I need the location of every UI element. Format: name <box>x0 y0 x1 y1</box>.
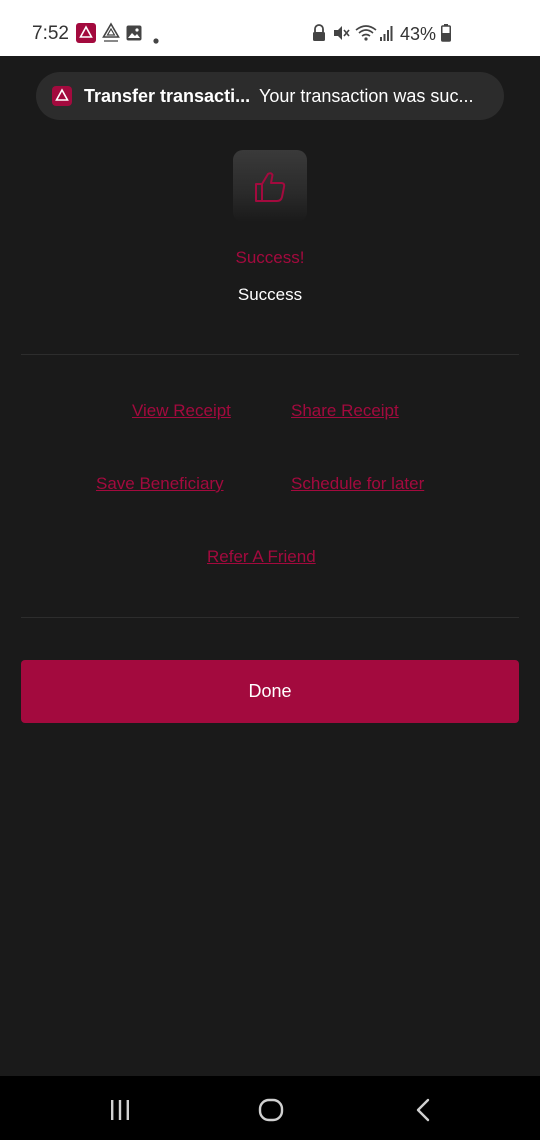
battery-percent: 43% <box>400 24 437 44</box>
save-beneficiary-link[interactable]: Save Beneficiary <box>96 473 224 495</box>
notification-dot-icon <box>153 31 159 49</box>
alat-app-icon <box>52 86 72 106</box>
alat-app-icon <box>76 23 96 48</box>
notification-body: Your transaction was suc... <box>259 86 474 106</box>
back-icon[interactable] <box>412 1098 436 1127</box>
navigation-bar <box>0 1076 540 1140</box>
battery-icon <box>441 24 451 47</box>
alat-logo-icon <box>101 22 121 49</box>
status-time: 7:52 <box>32 23 69 44</box>
thumbs-up-icon <box>255 172 286 202</box>
recent-apps-icon[interactable] <box>108 1098 132 1127</box>
mute-icon <box>332 24 350 47</box>
done-button[interactable]: Done <box>21 660 519 723</box>
view-receipt-link[interactable]: View Receipt <box>132 400 231 422</box>
lock-icon <box>312 24 326 47</box>
home-icon[interactable] <box>258 1098 284 1127</box>
success-icon-container <box>233 150 307 222</box>
success-message: Success <box>237 285 303 304</box>
share-receipt-link[interactable]: Share Receipt <box>291 400 399 422</box>
signal-icon <box>379 24 395 47</box>
divider-bottom <box>21 617 519 618</box>
divider-top <box>21 354 519 355</box>
gallery-icon <box>126 25 142 46</box>
transfer-notification[interactable]: Transfer transacti... Your transaction w… <box>36 72 504 120</box>
wifi-icon <box>355 24 377 47</box>
success-heading: Success! <box>235 248 305 267</box>
status-bar: 7:52 43% <box>0 0 540 56</box>
notification-title: Transfer transacti... <box>84 86 251 106</box>
schedule-for-later-link[interactable]: Schedule for later <box>291 473 424 495</box>
refer-a-friend-link[interactable]: Refer A Friend <box>207 546 316 568</box>
